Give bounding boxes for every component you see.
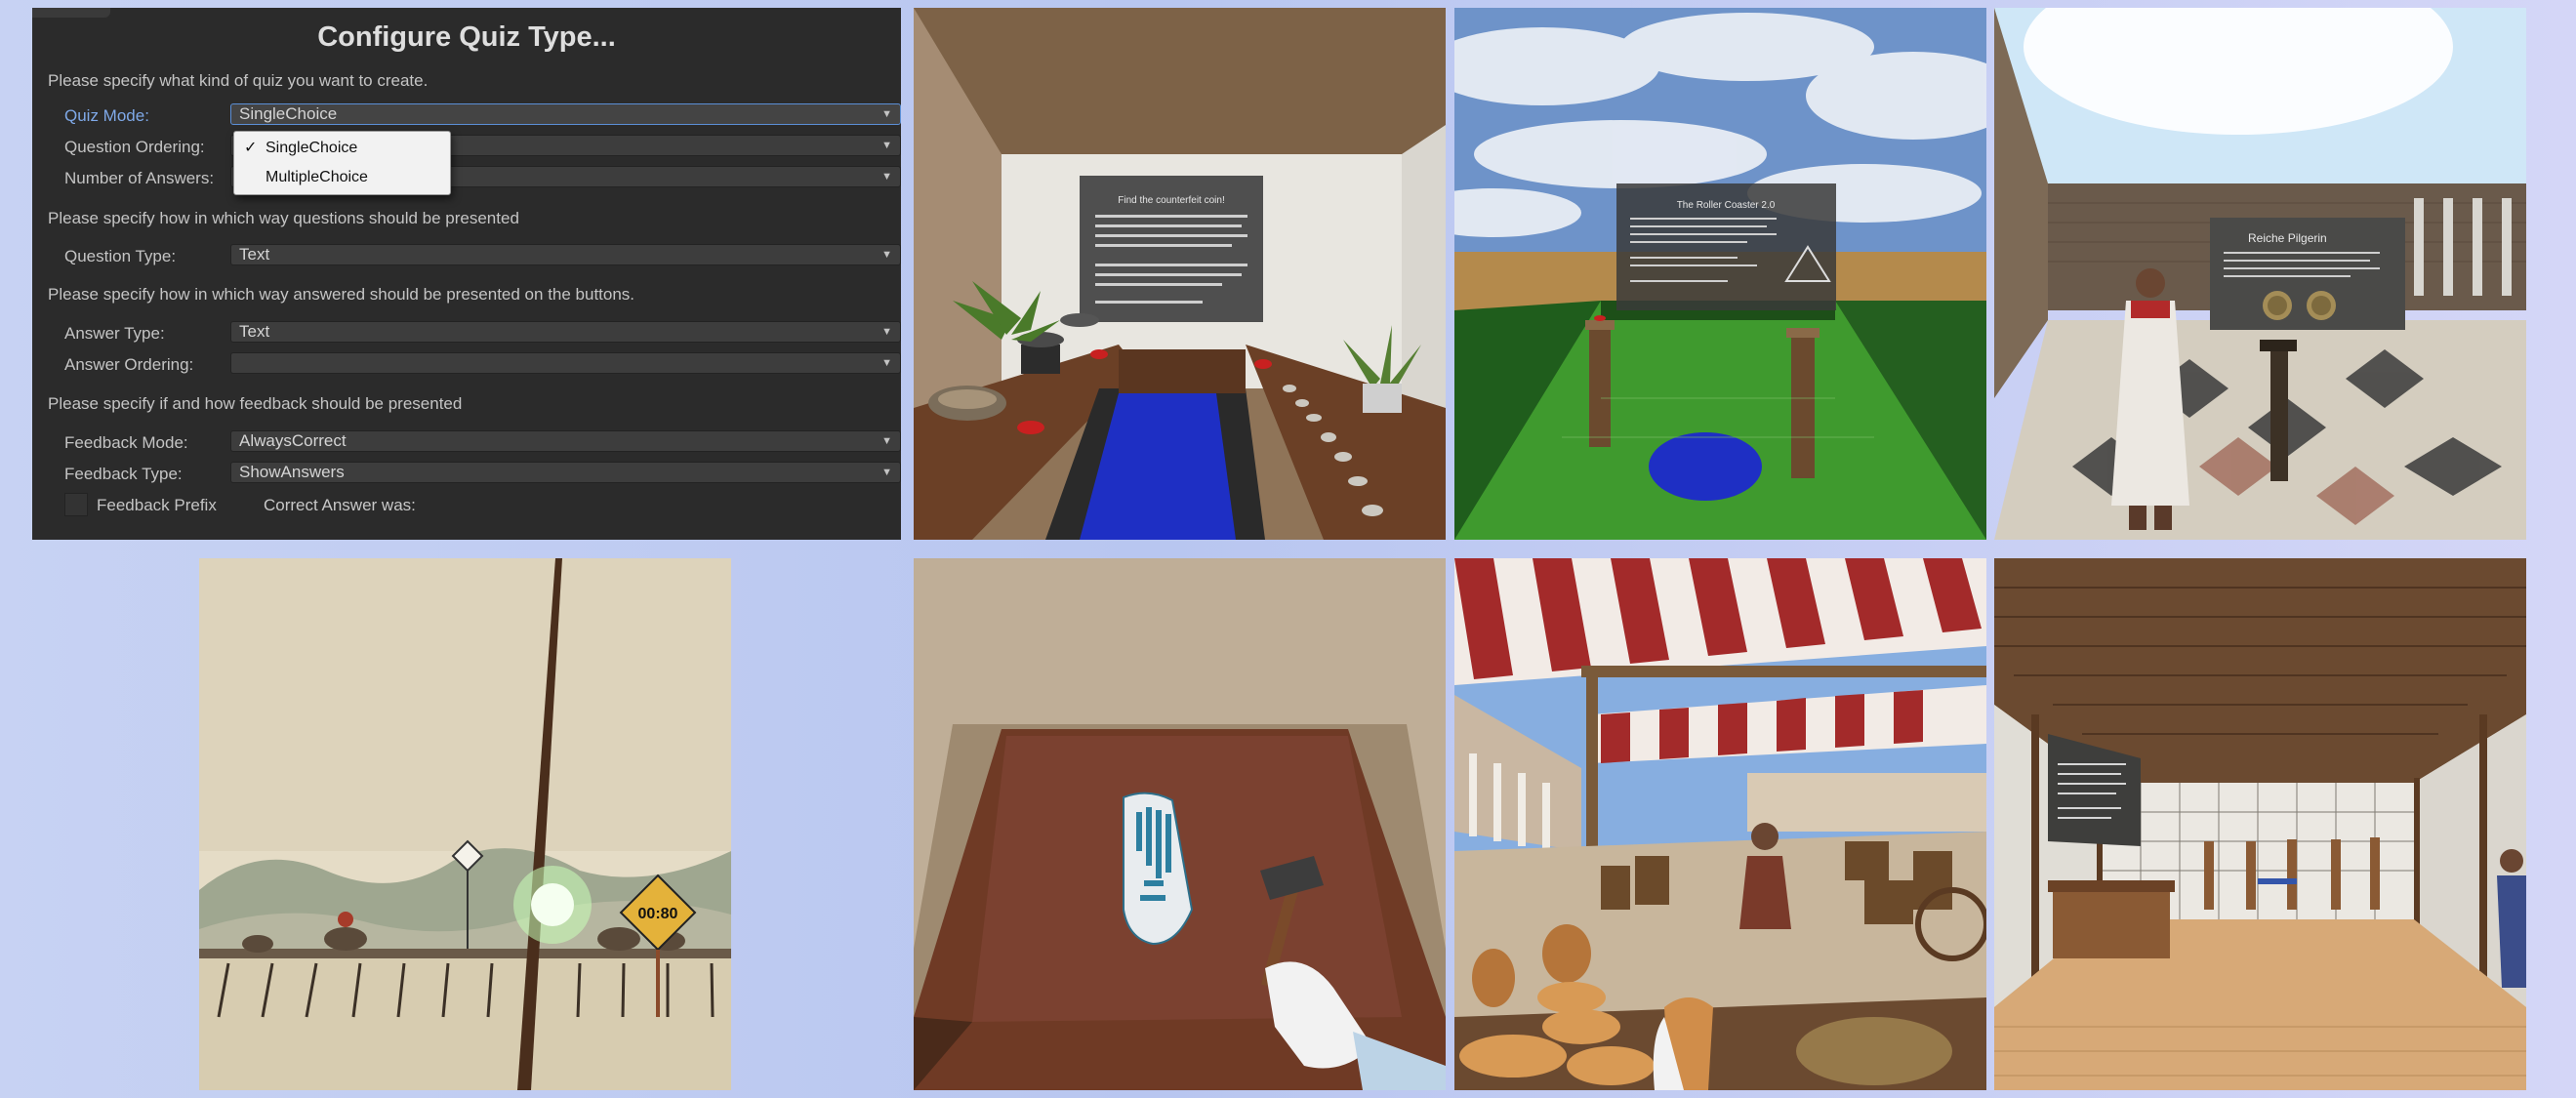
quiz-config-panel: Configure Quiz Type... Please specify wh… [32, 8, 901, 540]
chevron-down-icon: ▼ [881, 171, 892, 183]
scene-museum-room: Find the counterfeit coin! [914, 8, 1446, 540]
board-title: The Roller Coaster 2.0 [1677, 200, 1776, 211]
feedback-type-label: Feedback Type: [64, 465, 183, 483]
answer-type-label: Answer Type: [64, 324, 165, 343]
race-timer: 00:80 [638, 906, 678, 922]
scene-courtyard: Reiche Pilgerin [1994, 8, 2526, 540]
courtyard-illustration: Reiche Pilgerin [1994, 8, 2526, 540]
dropdown-option-singlechoice[interactable]: ✓ SingleChoice [234, 135, 450, 162]
option-label: MultipleChoice [266, 169, 368, 185]
question-type-select[interactable]: Text ▼ [230, 244, 901, 265]
pavilion-illustration [1994, 558, 2526, 1090]
answer-type-value: Text [239, 322, 270, 341]
museum-room-illustration: Find the counterfeit coin! [914, 8, 1446, 540]
chevron-down-icon: ▼ [881, 108, 892, 120]
feedback-type-value: ShowAnswers [239, 463, 345, 481]
chevron-down-icon: ▼ [881, 140, 892, 151]
quiz-mode-select[interactable]: SingleChoice ▼ [230, 103, 901, 125]
window-tab-fragment [32, 8, 110, 18]
chevron-down-icon: ▼ [881, 357, 892, 369]
hedge-field-illustration: The Roller Coaster 2.0 [1454, 8, 1986, 540]
feedback-prefix-field[interactable]: Correct Answer was: [264, 496, 416, 515]
dropdown-option-multiplechoice[interactable]: MultipleChoice [234, 164, 450, 191]
board-title: Reiche Pilgerin [2248, 231, 2327, 245]
feedback-prefix-label: Feedback Prefix [97, 496, 217, 514]
feedback-mode-label: Feedback Mode: [64, 433, 188, 452]
answer-type-select[interactable]: Text ▼ [230, 321, 901, 343]
feedback-mode-value: AlwaysCorrect [239, 431, 347, 450]
quiz-mode-label: Quiz Mode: [64, 106, 149, 125]
race-game-illustration: 00:80 [199, 558, 731, 1090]
question-type-label: Question Type: [64, 247, 177, 265]
section-feedback-text: Please specify if and how feedback shoul… [48, 394, 463, 413]
hammer-desk-illustration [914, 558, 1446, 1090]
answer-ordering-select[interactable]: ▼ [230, 352, 901, 374]
section-questions-text: Please specify how in which way question… [48, 209, 519, 227]
scene-hammer-desk [914, 558, 1446, 1090]
check-icon: ✓ [244, 140, 258, 156]
chevron-down-icon: ▼ [881, 249, 892, 261]
chevron-down-icon: ▼ [881, 435, 892, 447]
panel-title: Configure Quiz Type... [317, 21, 616, 53]
board-title: Find the counterfeit coin! [1118, 195, 1225, 206]
quiz-mode-value: SingleChoice [239, 104, 338, 123]
scene-pavilion [1994, 558, 2526, 1090]
chevron-down-icon: ▼ [881, 326, 892, 338]
number-of-answers-label: Number of Answers: [64, 169, 215, 187]
quiz-mode-dropdown: ✓ SingleChoice MultipleChoice [233, 131, 451, 195]
feedback-prefix-toggle[interactable] [64, 493, 88, 516]
feedback-mode-select[interactable]: AlwaysCorrect ▼ [230, 430, 901, 452]
scene-race-game: 00:80 [199, 558, 731, 1090]
scene-hedge-field: The Roller Coaster 2.0 [1454, 8, 1986, 540]
feedback-type-select[interactable]: ShowAnswers ▼ [230, 462, 901, 483]
market-illustration [1454, 558, 1986, 1090]
question-ordering-label: Question Ordering: [64, 138, 205, 156]
question-type-value: Text [239, 245, 270, 264]
section-kind-text: Please specify what kind of quiz you wan… [48, 71, 429, 90]
section-answers-text: Please specify how in which way answered… [48, 285, 635, 304]
answer-ordering-label: Answer Ordering: [64, 355, 194, 374]
option-label: SingleChoice [266, 140, 358, 156]
scene-market [1454, 558, 1986, 1090]
chevron-down-icon: ▼ [881, 467, 892, 478]
